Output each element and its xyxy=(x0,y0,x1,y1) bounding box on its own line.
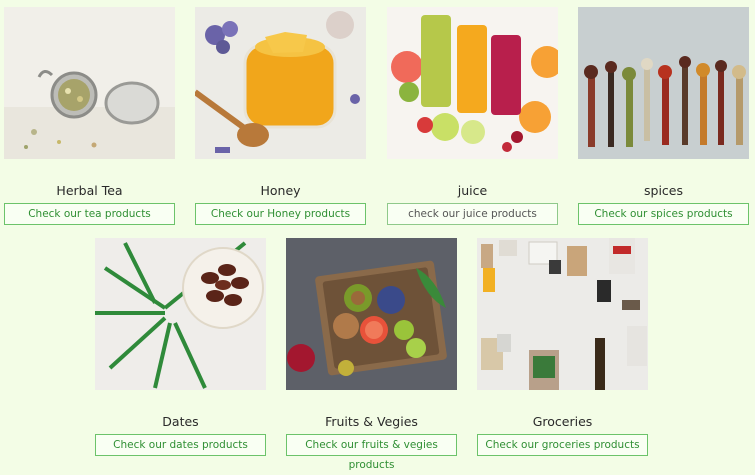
check-juice-products-button[interactable]: check our juice products xyxy=(387,203,558,225)
check-fruits-vegies-products-button[interactable]: Check our fruits & vegies products xyxy=(286,434,457,471)
groceries-image[interactable] xyxy=(477,238,648,390)
honey-image[interactable] xyxy=(195,7,366,159)
check-honey-products-button[interactable]: Check our Honey products xyxy=(195,203,366,225)
category-title: Honey xyxy=(260,183,301,198)
check-spices-products-button[interactable]: Check our spices products xyxy=(578,203,749,225)
category-title: spices xyxy=(644,183,683,198)
juice-image[interactable] xyxy=(387,7,558,159)
category-card-honey: Honey Check our Honey products xyxy=(195,7,366,225)
category-title: Fruits & Vegies xyxy=(325,414,418,429)
check-groceries-products-button[interactable]: Check our groceries products xyxy=(477,434,648,456)
fruits-vegies-image[interactable] xyxy=(286,238,457,390)
category-card-spices: spices Check our spices products xyxy=(578,7,749,225)
category-title: Dates xyxy=(162,414,199,429)
herbal-tea-image[interactable] xyxy=(4,7,175,159)
category-title: juice xyxy=(457,183,488,198)
spices-image[interactable] xyxy=(578,7,749,159)
category-card-fruits-vegies: Fruits & Vegies Check our fruits & vegie… xyxy=(286,238,457,471)
category-title: Herbal Tea xyxy=(56,183,123,198)
check-tea-products-button[interactable]: Check our tea products xyxy=(4,203,175,225)
category-title: Groceries xyxy=(532,414,593,429)
category-card-herbal-tea: Herbal Tea Check our tea products xyxy=(4,7,175,225)
check-dates-products-button[interactable]: Check our dates products xyxy=(95,434,266,456)
category-card-juice: juice check our juice products xyxy=(387,7,558,225)
category-card-groceries: Groceries Check our groceries products xyxy=(477,238,648,456)
category-card-dates: Dates Check our dates products xyxy=(95,238,266,456)
dates-image[interactable] xyxy=(95,238,266,390)
